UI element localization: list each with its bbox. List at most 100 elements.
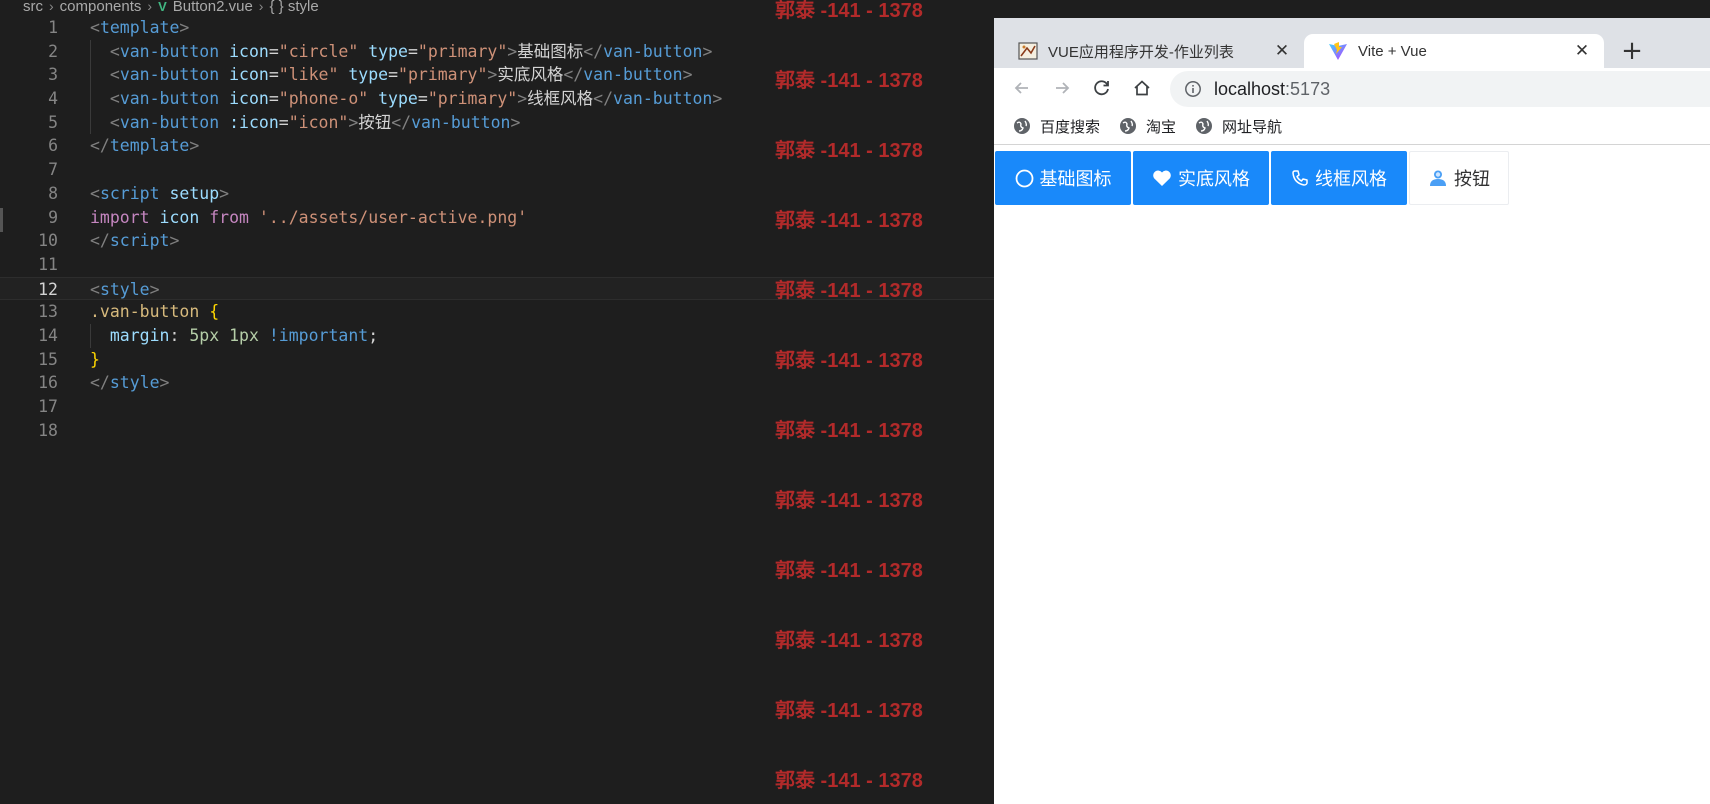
- code-token: script: [99, 183, 160, 203]
- code-token: ;: [368, 325, 379, 345]
- code-token: van-button: [119, 89, 220, 109]
- close-icon[interactable]: ✕: [1570, 41, 1594, 61]
- new-tab-button[interactable]: +: [1616, 35, 1648, 67]
- tab-vite-vue[interactable]: Vite + Vue ✕: [1304, 34, 1604, 68]
- line-number: 4: [48, 89, 58, 109]
- code-token: import: [90, 207, 150, 227]
- code-text: <van-button :icon="icon">按钮</van-button>: [90, 111, 521, 135]
- button-label: 基础图标: [1039, 169, 1112, 189]
- line-number: 2: [48, 41, 58, 61]
- bookmark-label: 网址导航: [1222, 118, 1283, 136]
- code-token: van-button: [411, 112, 511, 132]
- code-token: .van-button: [90, 302, 200, 322]
- code-token: icon: [159, 207, 200, 227]
- code-token: <: [109, 89, 120, 109]
- back-icon[interactable]: [1008, 74, 1036, 102]
- basic-icon-button[interactable]: 基础图标: [995, 151, 1131, 205]
- code-line[interactable]: 16 </style>: [0, 371, 994, 395]
- circle-icon: [1015, 169, 1034, 188]
- code-token: <: [90, 18, 100, 37]
- code-editor[interactable]: src › components › V Button2.vue › { } s…: [0, 0, 994, 804]
- code-token: 按钮: [358, 112, 392, 132]
- tab-title: Vite + Vue: [1358, 42, 1427, 60]
- code-text: <van-button icon="phone-o" type="primary…: [90, 87, 722, 111]
- code-token: =: [417, 89, 428, 109]
- code-line[interactable]: 11: [0, 253, 994, 277]
- watermark-text: 郭泰 -141 - 1378: [775, 770, 923, 792]
- code-line[interactable]: 13 .van-button {: [0, 300, 994, 324]
- line-number: 6: [48, 136, 58, 156]
- site-info-icon[interactable]: [1184, 80, 1202, 98]
- code-line[interactable]: 5 <van-button :icon="icon">按钮</van-butto…: [0, 110, 994, 135]
- code-token: 基础图标: [517, 41, 584, 61]
- code-line[interactable]: 8 <script setup>: [0, 182, 994, 206]
- line-number: 13: [38, 302, 58, 322]
- code-text: <script setup>: [90, 182, 229, 206]
- code-token: margin: [109, 325, 170, 345]
- outline-style-button[interactable]: 线框风格: [1271, 151, 1407, 205]
- code-token: icon: [229, 65, 269, 85]
- code-token: "primary": [427, 89, 518, 109]
- breadcrumb-item-symbol[interactable]: { } style: [269, 0, 318, 15]
- bookmark-taobao[interactable]: 淘宝: [1119, 116, 1176, 137]
- reload-icon[interactable]: [1088, 74, 1116, 102]
- indent-guide: [90, 110, 91, 135]
- code-token: "primary": [417, 41, 508, 61]
- code-token: 1px: [229, 325, 259, 345]
- close-icon[interactable]: ✕: [1270, 41, 1294, 61]
- breadcrumb-item-file[interactable]: Button2.vue: [173, 0, 253, 15]
- code-token: <: [90, 183, 100, 203]
- code-text: </template>: [90, 134, 199, 158]
- bookmark-label: 百度搜索: [1040, 118, 1101, 136]
- address-bar[interactable]: localhost:5173: [1170, 71, 1710, 107]
- code-line[interactable]: 2 <van-button icon="circle" type="primar…: [0, 39, 994, 64]
- url-host: localhost: [1214, 78, 1286, 99]
- home-icon[interactable]: [1128, 74, 1156, 102]
- code-token: <: [109, 112, 120, 132]
- breadcrumb-item-src[interactable]: src: [23, 0, 43, 15]
- breadcrumb: src › components › V Button2.vue › { } s…: [23, 0, 319, 16]
- code-token: van-button: [603, 41, 703, 61]
- page-content: 基础图标 实底风格 线框风格 按钮: [994, 145, 1710, 804]
- code-token: "circle": [278, 41, 359, 61]
- code-token: 5px: [189, 325, 220, 345]
- bookmark-baidu[interactable]: 百度搜索: [1013, 116, 1100, 137]
- line-number: 3: [48, 65, 58, 85]
- code-token: =: [278, 112, 289, 132]
- code-token: </: [583, 41, 604, 61]
- bookmark-nav[interactable]: 网址导航: [1195, 116, 1282, 137]
- code-token: >: [487, 65, 498, 85]
- code-token: =: [268, 89, 279, 109]
- line-number: 1: [48, 18, 58, 37]
- code-text: </script>: [90, 229, 179, 253]
- custom-icon-button[interactable]: 按钮: [1409, 151, 1509, 205]
- code-token: script: [109, 231, 170, 251]
- code-token: <: [109, 65, 120, 85]
- forward-icon[interactable]: [1048, 74, 1076, 102]
- code-token: =: [268, 41, 279, 61]
- breadcrumb-item-components[interactable]: components: [60, 0, 142, 15]
- chevron-right-icon: ›: [147, 0, 153, 14]
- globe-icon: [1014, 118, 1030, 134]
- code-token: >: [682, 65, 693, 85]
- globe-icon: [1120, 118, 1137, 134]
- solid-style-button[interactable]: 实底风格: [1133, 151, 1269, 205]
- code-token: "primary": [398, 65, 488, 85]
- globe-icon: [1196, 118, 1213, 134]
- browser-window: VUE应用程序开发-作业列表 ✕ Vite + Vue ✕ + localhos…: [994, 18, 1710, 804]
- code-token: 线框风格: [527, 89, 594, 109]
- watermark-text: 郭泰 -141 - 1378: [775, 0, 923, 22]
- code-token: </: [90, 136, 110, 156]
- tab-homework-list[interactable]: VUE应用程序开发-作业列表 ✕: [994, 34, 1304, 68]
